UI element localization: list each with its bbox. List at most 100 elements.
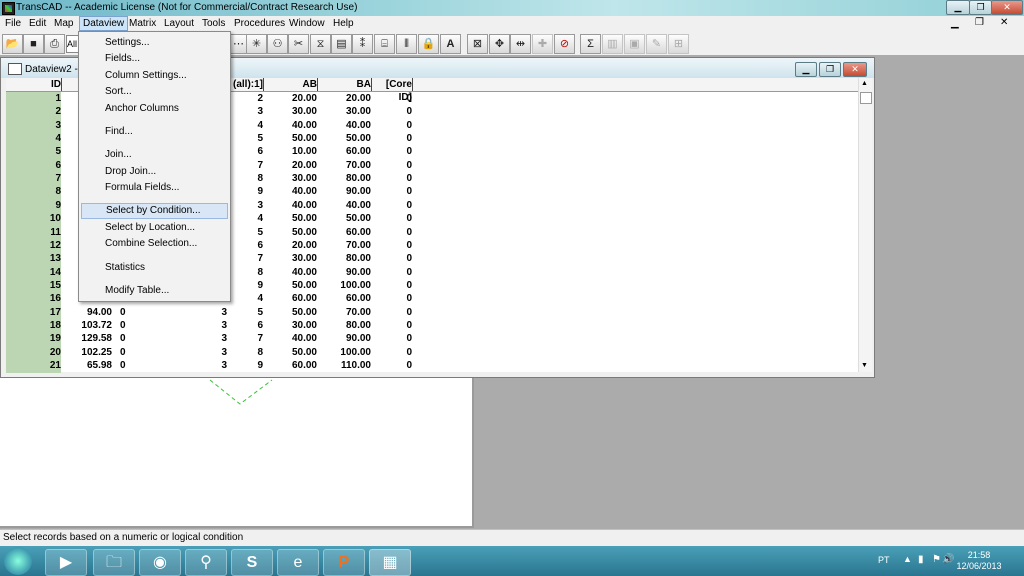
chrome-icon[interactable]: ◉: [139, 549, 181, 576]
table-cell[interactable]: 0: [116, 306, 136, 320]
grid-tool-icon[interactable]: ⌸: [374, 34, 395, 54]
table-cell[interactable]: 3: [233, 199, 263, 213]
cell-id[interactable]: 2: [6, 105, 61, 119]
table-cell[interactable]: 8: [233, 346, 263, 360]
media-player-icon[interactable]: ▶: [45, 549, 87, 576]
table-cell[interactable]: 0: [372, 252, 412, 266]
table-cell[interactable]: 60.00: [318, 292, 371, 306]
table-cell[interactable]: 50.00: [264, 306, 317, 320]
table-cell[interactable]: 8: [233, 266, 263, 280]
table-cell[interactable]: 0: [372, 306, 412, 320]
table-cell[interactable]: 80.00: [318, 172, 371, 186]
mdi-close-button[interactable]: ✕: [1000, 17, 1008, 28]
text-tool-icon[interactable]: A: [440, 34, 461, 54]
table-cell[interactable]: 9: [233, 359, 263, 373]
fit-icon[interactable]: ⊠: [467, 34, 488, 54]
xy-tool-icon[interactable]: ⁑: [352, 34, 373, 54]
open-folder-icon[interactable]: 📂: [2, 34, 23, 54]
tray-flag-icon[interactable]: ⚑: [932, 554, 941, 565]
menu-window[interactable]: Window: [286, 16, 328, 31]
cell-id[interactable]: 20: [6, 345, 61, 360]
cell-id[interactable]: 17: [6, 305, 61, 320]
cell-id[interactable]: 1: [6, 92, 61, 106]
table-cell[interactable]: 6: [233, 319, 263, 333]
table-cell[interactable]: 3: [151, 346, 227, 360]
menu-item-select-by-condition[interactable]: Select by Condition...: [81, 203, 228, 219]
language-indicator[interactable]: PT: [878, 555, 890, 565]
table-cell[interactable]: 7: [233, 252, 263, 266]
cell-id[interactable]: 6: [6, 158, 61, 173]
lock-icon[interactable]: 🔒: [418, 34, 439, 54]
clock[interactable]: 21:58 12/06/2013: [950, 550, 1008, 572]
table-cell[interactable]: 40.00: [318, 199, 371, 213]
table-cell[interactable]: 7: [233, 159, 263, 173]
table-cell[interactable]: 6: [233, 145, 263, 159]
add-icon[interactable]: ✚: [532, 34, 553, 54]
table-cell[interactable]: 0: [372, 92, 412, 106]
table-cell[interactable]: 40.00: [264, 185, 317, 199]
table-cell[interactable]: 100.00: [318, 279, 371, 293]
align-icon[interactable]: ⇹: [510, 34, 531, 54]
table-cell[interactable]: 3: [151, 359, 227, 373]
table-cell[interactable]: 0: [372, 266, 412, 280]
save-icon[interactable]: ■: [23, 34, 44, 54]
scroll-up-icon[interactable]: ▲: [861, 80, 868, 87]
table-cell[interactable]: 70.00: [318, 239, 371, 253]
print-icon[interactable]: ⎙: [44, 34, 65, 54]
menu-item-find[interactable]: Find...: [81, 124, 228, 140]
table-cell[interactable]: 0: [372, 279, 412, 293]
tray-expand-icon[interactable]: ▲: [903, 554, 912, 564]
table-cell[interactable]: 30.00: [264, 252, 317, 266]
table-cell[interactable]: 110.00: [318, 359, 371, 373]
table-cell[interactable]: 20.00: [264, 239, 317, 253]
table-cell[interactable]: 6: [233, 239, 263, 253]
table-cell[interactable]: 0: [372, 199, 412, 213]
powerpoint-icon[interactable]: P: [323, 549, 365, 576]
table-cell[interactable]: 9: [233, 279, 263, 293]
table-cell[interactable]: 0: [372, 119, 412, 133]
table-cell[interactable]: 60.00: [318, 145, 371, 159]
table-cell[interactable]: 9: [233, 185, 263, 199]
menu-edit[interactable]: Edit: [26, 16, 49, 31]
table-cell[interactable]: 70.00: [318, 159, 371, 173]
table-cell[interactable]: 2: [233, 92, 263, 106]
cell-id[interactable]: 7: [6, 172, 61, 186]
dataview-restore-button[interactable]: ❐: [819, 62, 841, 77]
minimize-button[interactable]: ▁: [946, 0, 970, 15]
table-cell[interactable]: 0: [116, 319, 136, 333]
table-cell[interactable]: 50.00: [318, 212, 371, 226]
table-cell[interactable]: 65.98: [62, 359, 112, 373]
table-cell[interactable]: 0: [372, 132, 412, 146]
columns-tool-icon[interactable]: ⦀: [396, 34, 417, 54]
network-tool-icon[interactable]: ⧖: [310, 34, 331, 54]
table-cell[interactable]: 60.00: [318, 226, 371, 240]
cell-id[interactable]: 21: [6, 359, 61, 373]
table-cell[interactable]: 80.00: [318, 319, 371, 333]
transcad-taskbar-icon[interactable]: ▦: [369, 549, 411, 576]
start-button[interactable]: [4, 547, 32, 575]
table-cell[interactable]: 4: [233, 212, 263, 226]
table-cell[interactable]: 20.00: [264, 92, 317, 106]
column-header-id[interactable]: ID: [6, 78, 62, 91]
column-header-ba[interactable]: BA: [318, 78, 372, 91]
skype-icon[interactable]: S: [231, 549, 273, 576]
table-cell[interactable]: 40.00: [264, 119, 317, 133]
table-cell[interactable]: 0: [372, 239, 412, 253]
menu-matrix[interactable]: Matrix: [126, 16, 159, 31]
table-cell[interactable]: 4: [233, 292, 263, 306]
menu-item-modify-table[interactable]: Modify Table...: [81, 283, 228, 299]
node-tool-icon[interactable]: ⚇: [267, 34, 288, 54]
menu-file[interactable]: File: [2, 16, 24, 31]
cell-id[interactable]: 16: [6, 292, 61, 306]
table-cell[interactable]: 30.00: [264, 105, 317, 119]
table-cell[interactable]: 3: [151, 306, 227, 320]
menu-item-drop-join[interactable]: Drop Join...: [81, 164, 228, 180]
menu-tools[interactable]: Tools: [199, 16, 228, 31]
table-cell[interactable]: 4: [233, 119, 263, 133]
table-cell[interactable]: 60.00: [264, 359, 317, 373]
table-cell[interactable]: 0: [372, 185, 412, 199]
table-cell[interactable]: 0: [116, 359, 136, 373]
menu-item-anchor-columns[interactable]: Anchor Columns: [81, 101, 228, 117]
table-cell[interactable]: 102.25: [62, 346, 112, 360]
table-cell[interactable]: 0: [372, 145, 412, 159]
